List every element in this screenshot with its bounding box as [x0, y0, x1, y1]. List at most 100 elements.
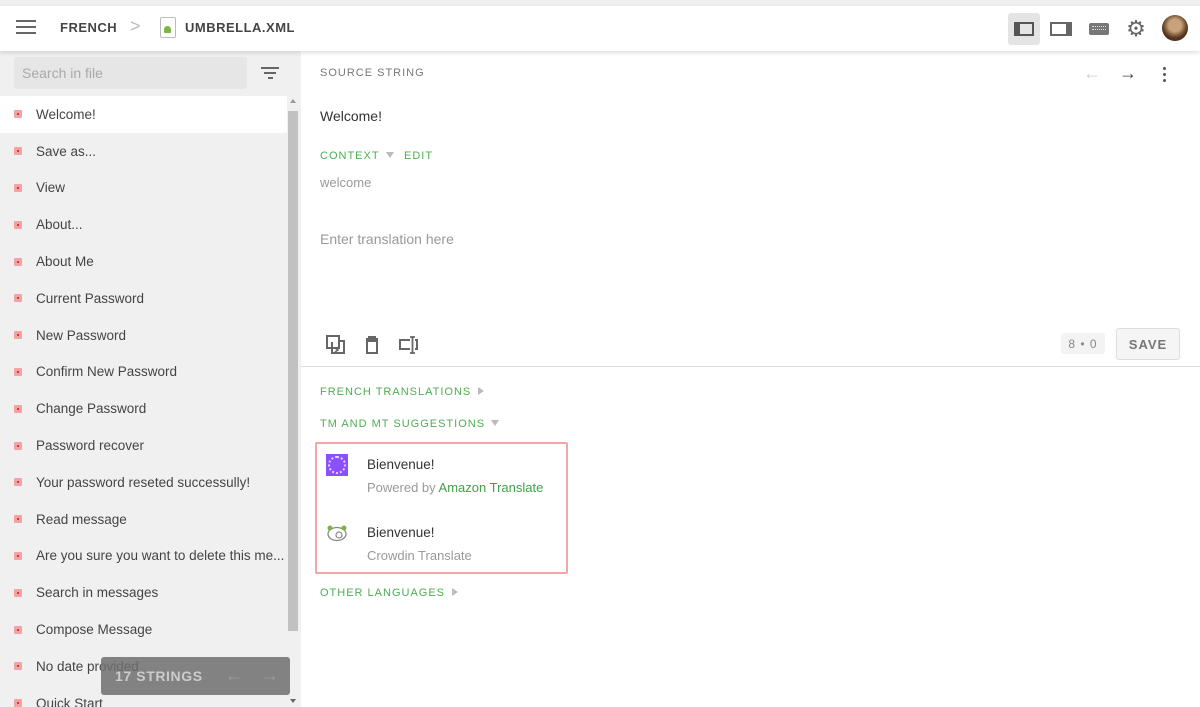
- untranslated-status-icon: [14, 404, 22, 413]
- list-scrollbar[interactable]: [287, 96, 299, 707]
- suggestion-text: Bienvenue!: [367, 457, 435, 472]
- string-list-item[interactable]: New Password: [0, 317, 287, 354]
- character-count-badge: 8 • 0: [1061, 333, 1105, 354]
- context-text: welcome: [320, 175, 372, 190]
- untranslated-status-icon: [14, 110, 22, 119]
- string-label: Change Password: [36, 401, 147, 417]
- untranslated-status-icon: [14, 699, 22, 707]
- untranslated-status-icon: [14, 367, 22, 376]
- caret-right-icon: [478, 387, 485, 395]
- string-label: Search in messages: [36, 585, 159, 601]
- string-label: Your password reseted successully!: [36, 474, 251, 490]
- layout-sidebar-left-button[interactable]: [1008, 13, 1040, 45]
- string-label: Compose Message: [36, 622, 153, 638]
- filter-icon[interactable]: [261, 67, 279, 79]
- string-list-item[interactable]: Welcome!: [0, 96, 287, 133]
- strings-count-label: 17 STRINGS: [115, 668, 203, 684]
- scroll-up-icon[interactable]: [290, 99, 296, 103]
- strings-sidebar: Welcome! Save as... View About... About …: [0, 51, 300, 707]
- untranslated-status-icon: [14, 441, 22, 450]
- scroll-thumb[interactable]: [288, 111, 298, 631]
- string-label: Welcome!: [36, 106, 96, 122]
- string-list-item[interactable]: Save as...: [0, 133, 287, 170]
- breadcrumb-project[interactable]: FRENCH: [60, 20, 117, 35]
- translation-input[interactable]: [301, 215, 1200, 325]
- suggestion-item[interactable]: Bienvenue! Crowdin Translate: [317, 512, 566, 572]
- string-list-item[interactable]: Password recover: [0, 427, 287, 464]
- suggestion-source: Powered by Amazon Translate: [367, 480, 543, 495]
- string-label: Confirm New Password: [36, 364, 178, 380]
- context-label: CONTEXT: [320, 150, 380, 162]
- top-bar: FRENCH > UMBRELLA.XML ⚙: [0, 6, 1200, 51]
- string-label: New Password: [36, 327, 127, 343]
- copy-source-icon[interactable]: [325, 334, 347, 356]
- scroll-down-icon[interactable]: [290, 699, 296, 703]
- strings-counter: 17 STRINGS ← →: [101, 657, 290, 695]
- more-options-icon[interactable]: [1163, 67, 1167, 85]
- layout-sidebar-left-icon: [1014, 22, 1034, 36]
- string-list-item[interactable]: Confirm New Password: [0, 354, 287, 391]
- suggestion-item[interactable]: Bienvenue! Powered by Amazon Translate: [317, 444, 566, 504]
- breadcrumb-file[interactable]: UMBRELLA.XML: [185, 20, 295, 35]
- string-list-item[interactable]: Compose Message: [0, 611, 287, 648]
- section-label: OTHER LANGUAGES: [320, 587, 446, 599]
- string-list-item[interactable]: Read message: [0, 501, 287, 538]
- string-list-item[interactable]: Current Password: [0, 280, 287, 317]
- string-label: Read message: [36, 511, 127, 527]
- french-translations-toggle[interactable]: FRENCH TRANSLATIONS: [320, 386, 485, 398]
- untranslated-status-icon: [14, 331, 22, 340]
- string-list-item[interactable]: Are you sure you want to delete this me.…: [0, 538, 287, 575]
- edit-context-link[interactable]: EDIT: [404, 150, 433, 162]
- crowdin-icon: [327, 525, 347, 542]
- untranslated-status-icon: [14, 257, 22, 266]
- untranslated-status-icon: [14, 147, 22, 156]
- next-string-arrow-icon[interactable]: →: [1119, 63, 1137, 84]
- section-label: TM AND MT SUGGESTIONS: [320, 418, 486, 430]
- untranslated-status-icon: [14, 588, 22, 597]
- other-languages-toggle[interactable]: OTHER LANGUAGES: [320, 587, 459, 599]
- save-button[interactable]: SAVE: [1116, 328, 1180, 360]
- string-list-item[interactable]: About Me: [0, 243, 287, 280]
- previous-page-arrow-icon[interactable]: ←: [225, 665, 244, 686]
- divider: [301, 366, 1200, 367]
- untranslated-status-icon: [14, 662, 22, 671]
- caret-right-icon: [452, 588, 459, 596]
- string-label: Quick Start: [36, 695, 103, 707]
- suggestion-source: Crowdin Translate: [367, 548, 472, 563]
- string-label: View: [36, 180, 66, 196]
- next-page-arrow-icon[interactable]: →: [261, 665, 280, 686]
- string-label: Are you sure you want to delete this me.…: [36, 548, 285, 564]
- string-label: Current Password: [36, 290, 145, 306]
- string-list-item[interactable]: Change Password: [0, 390, 287, 427]
- previous-string-arrow-icon[interactable]: ←: [1083, 63, 1101, 84]
- untranslated-status-icon: [14, 220, 22, 229]
- string-list-item[interactable]: About...: [0, 206, 287, 243]
- breadcrumb-separator-icon: >: [130, 16, 141, 36]
- suggestion-prefix: Powered by: [367, 480, 439, 495]
- menu-icon[interactable]: [16, 20, 36, 36]
- tm-mt-suggestions-toggle[interactable]: TM AND MT SUGGESTIONS: [320, 418, 500, 430]
- strings-list: Welcome! Save as... View About... About …: [0, 96, 287, 707]
- editor-panel: SOURCE STRING ← → Welcome! CONTEXT EDIT …: [301, 51, 1200, 707]
- source-string-label: SOURCE STRING: [320, 67, 425, 79]
- context-toggle[interactable]: CONTEXT: [320, 150, 394, 162]
- suggestion-provider-link[interactable]: Amazon Translate: [439, 480, 544, 495]
- untranslated-status-icon: [14, 478, 22, 487]
- keyboard-shortcuts-button[interactable]: [1083, 13, 1115, 45]
- caret-down-icon: [491, 420, 500, 426]
- search-input[interactable]: [14, 57, 247, 89]
- trash-icon[interactable]: [361, 334, 383, 356]
- layout-sidebar-right-button[interactable]: [1045, 13, 1077, 45]
- string-list-item[interactable]: View: [0, 170, 287, 207]
- caret-down-icon: [385, 152, 394, 158]
- string-list-item[interactable]: Search in messages: [0, 574, 287, 611]
- text-transform-icon[interactable]: [397, 334, 419, 356]
- avatar[interactable]: [1162, 15, 1188, 41]
- settings-button[interactable]: ⚙: [1120, 13, 1152, 45]
- suggestions-list: Bienvenue! Powered by Amazon Translate B…: [315, 442, 568, 574]
- string-list-item[interactable]: Your password reseted successully!: [0, 464, 287, 501]
- untranslated-status-icon: [14, 183, 22, 192]
- android-file-icon: [160, 17, 176, 38]
- source-string-text: Welcome!: [320, 108, 382, 124]
- string-label: About Me: [36, 254, 94, 270]
